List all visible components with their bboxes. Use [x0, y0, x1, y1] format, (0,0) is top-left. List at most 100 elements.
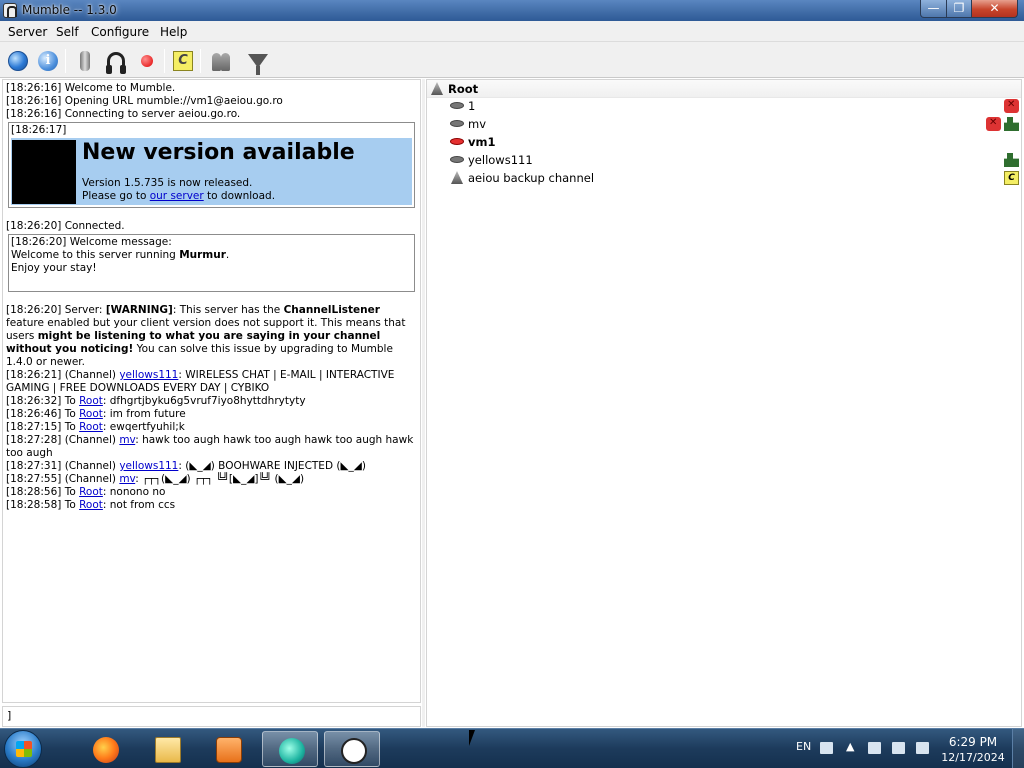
menu-configure[interactable]: Configure: [91, 25, 149, 39]
log-timestamp: [18:26:20] Welcome message:: [11, 236, 172, 248]
headphones-icon: [106, 52, 126, 74]
toolbar-separator: [200, 49, 201, 73]
media-player-icon: [216, 737, 242, 763]
chat-message: [18:27:15] To Root: ewqertfyuhil;k: [6, 421, 417, 434]
minimize-button[interactable]: —: [920, 0, 947, 18]
warning-message: [18:26:20] Server: [WARNING]: This serve…: [6, 304, 417, 369]
user-name: mv: [468, 117, 487, 131]
tree-user-row[interactable]: 1: [427, 96, 1021, 115]
globe-icon: [8, 51, 28, 71]
chat-message: [18:27:55] (Channel) mv: ┌┬┐(◣_◢) ┌┬┐ ╚╝…: [6, 473, 417, 486]
channel-tree[interactable]: Root 1 mv vm1 yellows111 aeiou backup ch…: [426, 79, 1022, 727]
our-server-link[interactable]: our server: [150, 190, 204, 202]
menu-help[interactable]: Help: [160, 25, 187, 39]
tree-root-channel[interactable]: Root: [427, 80, 1021, 98]
mute-self-button[interactable]: [72, 48, 98, 74]
information-button[interactable]: i: [35, 48, 61, 74]
taskbar-mumble[interactable]: [324, 731, 380, 767]
keyboard-icon[interactable]: [820, 742, 833, 754]
user-idle-icon: [450, 120, 464, 127]
pane-splitter[interactable]: [422, 79, 425, 727]
firefox-icon: [93, 737, 119, 763]
tree-user-row[interactable]: yellows111: [427, 151, 1021, 169]
user-talking-icon: [450, 138, 464, 145]
action-center-flag-icon[interactable]: [892, 742, 905, 754]
user-link[interactable]: yellows111: [119, 369, 178, 381]
record-button[interactable]: [134, 48, 160, 74]
tree-user-row[interactable]: vm1: [427, 133, 1021, 151]
language-indicator[interactable]: EN: [796, 740, 811, 753]
info-icon: i: [38, 51, 58, 71]
welcome-period: .: [225, 249, 230, 261]
new-version-banner: New version available Version 1.5.735 is…: [11, 138, 412, 205]
message-prefix: [18:27:15] To: [6, 421, 80, 433]
warning-feature: ChannelListener: [283, 304, 380, 316]
start-button[interactable]: [4, 730, 42, 768]
server-software: Murmur: [179, 249, 226, 261]
welcome-message-box: [18:26:20] Welcome message: Welcome to t…: [8, 234, 415, 292]
clock-time[interactable]: 6:29 PM: [940, 735, 1006, 749]
close-button[interactable]: ✕: [971, 0, 1018, 18]
user-link[interactable]: mv: [119, 473, 135, 485]
new-version-text: Version 1.5.735 is now released.: [82, 177, 253, 189]
server-connect-button[interactable]: [5, 48, 31, 74]
chat-message: [18:26:32] To Root: dfhgrtjbyku6g5vruf7i…: [6, 395, 417, 408]
download-text: Please go to: [82, 190, 150, 202]
change-comment-button[interactable]: C: [170, 48, 196, 74]
log-line: [18:26:16] Welcome to Mumble.: [6, 82, 176, 94]
filter-icon: [248, 54, 268, 75]
channel-link[interactable]: Root: [79, 395, 103, 407]
welcome-text: Welcome to this server running: [11, 249, 180, 261]
menu-server[interactable]: Server: [8, 25, 47, 39]
message-prefix: [18:27:55] (Channel): [6, 473, 120, 485]
new-version-title: New version available: [82, 140, 355, 165]
volume-icon[interactable]: [916, 742, 929, 754]
chat-input[interactable]: ]: [2, 706, 421, 727]
message-prefix: [18:26:46] To: [6, 408, 80, 420]
warning-text: : This server has the: [172, 304, 284, 316]
chat-message: [18:26:46] To Root: im from future: [6, 408, 417, 421]
message-prefix: [18:26:21] (Channel): [6, 369, 120, 381]
show-hidden-icons-button[interactable]: ▲: [846, 740, 854, 753]
mouse-cursor-icon: [469, 730, 475, 746]
maximize-button[interactable]: ❐: [946, 0, 972, 18]
microphone-icon: [80, 51, 90, 71]
message-text: : nonono no: [102, 486, 166, 498]
log-line: [18:26:16] Opening URL mumble://vm1@aeio…: [6, 95, 283, 107]
channel-link[interactable]: Root: [79, 408, 103, 420]
channel-link[interactable]: Root: [79, 421, 103, 433]
audio-wizard-button[interactable]: [208, 48, 234, 74]
taskbar-media-player[interactable]: [200, 731, 256, 767]
log-timestamp: [18:26:17]: [11, 124, 67, 136]
user-link[interactable]: yellows111: [119, 460, 178, 472]
toolbar-separator: [65, 49, 66, 73]
user-idle-icon: [450, 102, 464, 109]
deafened-icon: [1004, 96, 1019, 114]
message-prefix: [18:27:31] (Channel): [6, 460, 120, 472]
deafen-self-button[interactable]: [103, 48, 129, 74]
tree-channel-row[interactable]: aeiou backup channel C: [427, 169, 1021, 187]
wave-app-icon: [279, 738, 305, 764]
network-icon[interactable]: [868, 742, 881, 754]
taskbar-wave-app[interactable]: [262, 731, 318, 767]
channel-link[interactable]: Root: [79, 486, 103, 498]
toolbar-separator: [164, 49, 165, 73]
taskbar-explorer[interactable]: [139, 731, 195, 767]
menu-self[interactable]: Self: [56, 25, 79, 39]
message-prefix: [18:27:28] (Channel): [6, 434, 120, 446]
menu-bar: Server Self Configure Help: [0, 21, 1024, 42]
tree-user-row[interactable]: mv: [427, 114, 1021, 133]
show-desktop-button[interactable]: [1012, 729, 1024, 768]
user-name: 1: [468, 99, 476, 113]
channel-name: Root: [448, 82, 479, 96]
message-prefix: [18:28:58] To: [6, 499, 80, 511]
message-text: : im from future: [102, 408, 186, 420]
new-version-box: [18:26:17] New version available Version…: [8, 122, 415, 208]
user-link[interactable]: mv: [119, 434, 135, 446]
clock-date[interactable]: 12/17/2024: [940, 751, 1006, 764]
taskbar-firefox[interactable]: [77, 731, 133, 767]
channel-link[interactable]: Root: [79, 499, 103, 511]
chat-log[interactable]: [18:26:16] Welcome to Mumble. [18:26:16]…: [2, 79, 421, 703]
chat-message: [18:28:56] To Root: nonono no: [6, 486, 417, 499]
filter-button[interactable]: [245, 48, 271, 75]
